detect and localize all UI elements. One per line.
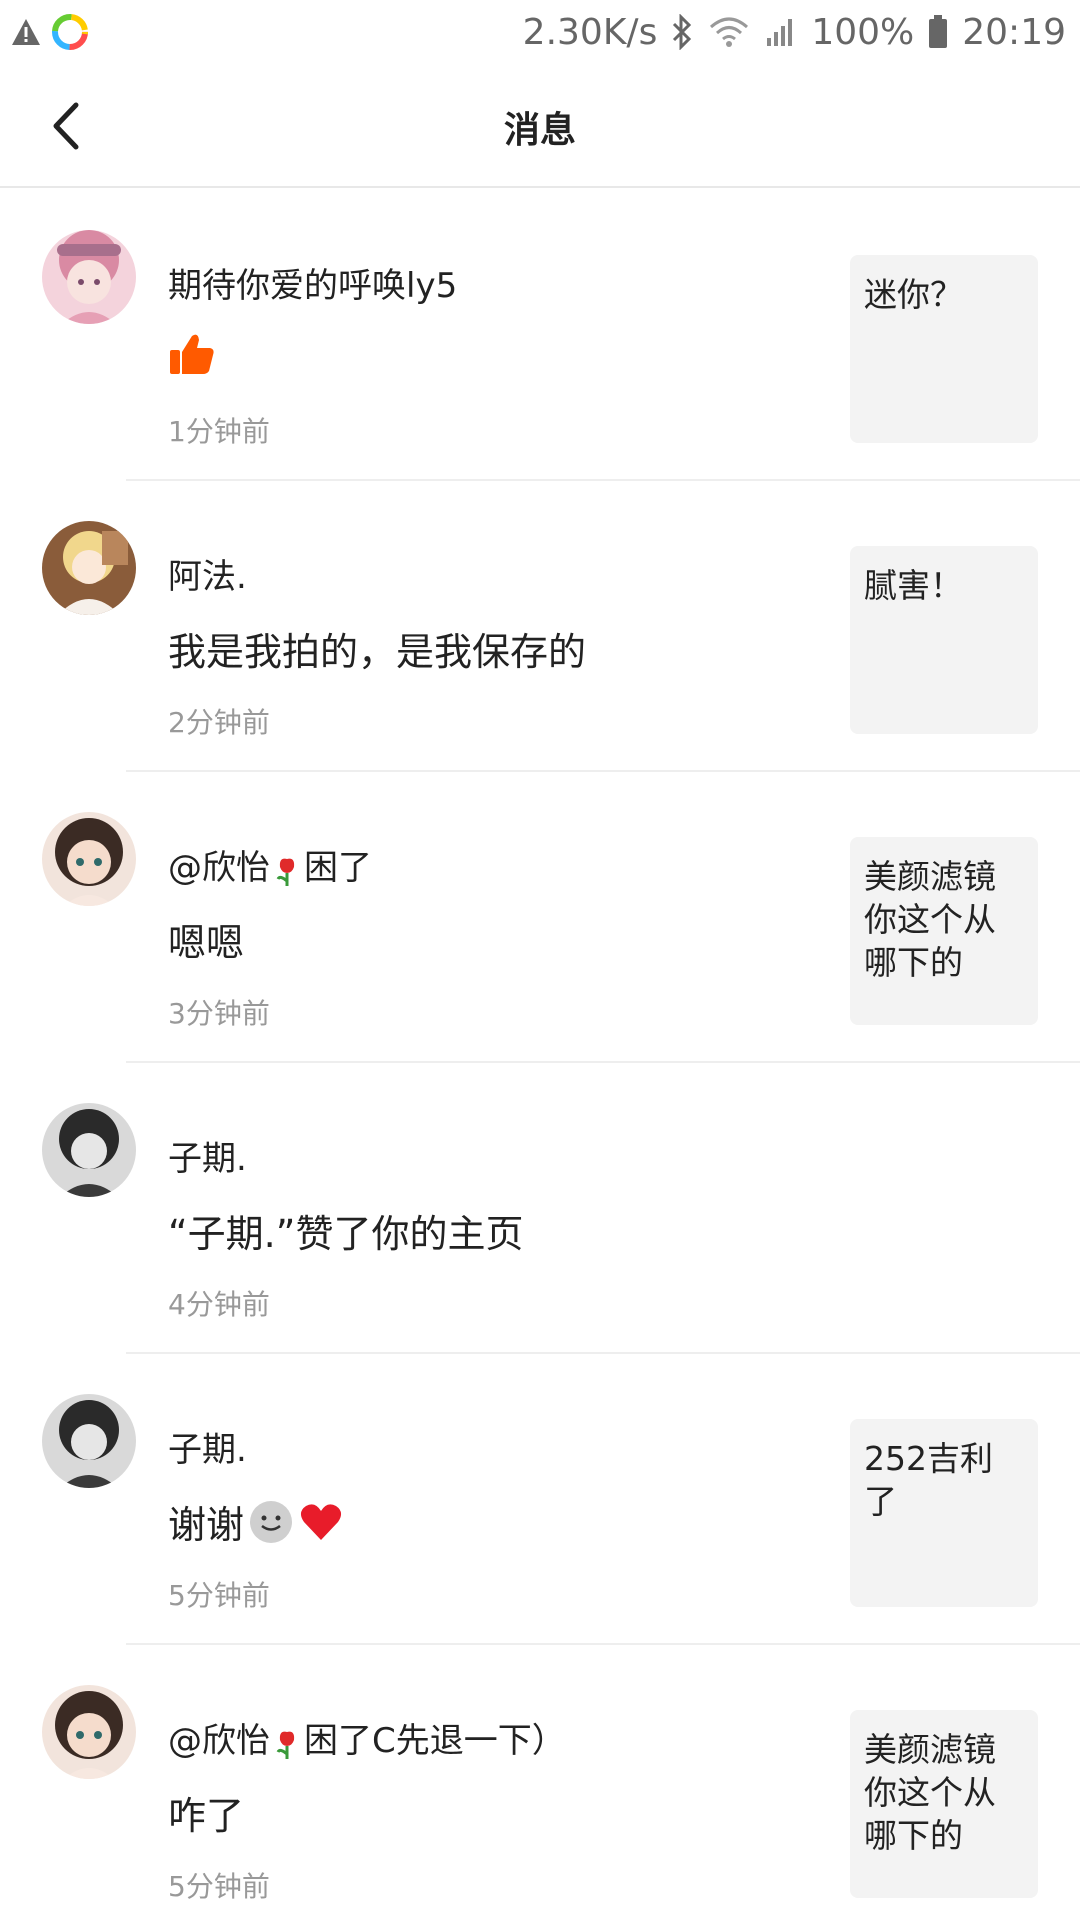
timestamp: 4分钟前 <box>168 1288 270 1321</box>
heart-icon <box>298 1499 344 1545</box>
status-bar: 2.30K/s 100% 20:19 <box>0 0 1080 66</box>
message-item[interactable]: 期待你爱的呼唤ly5 1分钟前 迷你？ <box>0 190 1080 481</box>
avatar[interactable] <box>42 1394 136 1488</box>
battery-icon <box>928 15 948 49</box>
bluetooth-icon <box>671 14 693 50</box>
message-text: 我是我拍的，是我保存的 <box>168 630 587 674</box>
timestamp: 5分钟前 <box>168 1870 270 1903</box>
sender-name: @欣怡 困了C先退一下） <box>168 1713 566 1762</box>
message-item[interactable]: @欣怡 困了C先退一下） 咋了 5分钟前 美颜滤镜你这个从哪下的 <box>0 1645 1080 1920</box>
wifi-icon <box>707 15 751 49</box>
post-preview[interactable]: 美颜滤镜你这个从哪下的 <box>850 1710 1038 1898</box>
timestamp: 5分钟前 <box>168 1579 270 1612</box>
avatar[interactable] <box>42 1103 136 1197</box>
avatar[interactable] <box>42 230 136 324</box>
sender-name-prefix: @欣怡 <box>168 1721 270 1761</box>
avatar[interactable] <box>42 1685 136 1779</box>
sender-name: 阿法. <box>168 557 247 597</box>
message-text: 咋了 <box>168 1794 245 1838</box>
message-item[interactable]: 阿法. 我是我拍的，是我保存的 2分钟前 腻害！ <box>0 481 1080 772</box>
timestamp: 3分钟前 <box>168 997 270 1030</box>
sender-name-suffix: 困了C先退一下） <box>304 1721 566 1761</box>
sender-name: 子期. <box>168 1430 247 1470</box>
header: 消息 <box>0 66 1080 188</box>
sender-name-prefix: @欣怡 <box>168 848 270 888</box>
message-text: 谢谢 <box>168 1494 344 1549</box>
message-text: “子期.”赞了你的主页 <box>168 1212 524 1256</box>
message-list: 期待你爱的呼唤ly5 1分钟前 迷你？ 阿法. 我是我拍的，是我保存的 2分钟前… <box>0 190 1080 1920</box>
warning-icon <box>10 17 42 47</box>
net-speed: 2.30K/s <box>522 11 658 53</box>
avatar[interactable] <box>42 812 136 906</box>
tulip-icon <box>270 853 304 887</box>
sender-name: 期待你爱的呼唤ly5 <box>168 266 458 306</box>
message-text: 嗯嗯 <box>168 921 245 965</box>
message-text-content: 谢谢 <box>168 1503 245 1547</box>
thumbs-up-icon <box>168 330 216 378</box>
tulip-icon <box>270 1726 304 1760</box>
app-icon <box>52 14 88 50</box>
sender-name: @欣怡 困了 <box>168 840 372 889</box>
post-preview[interactable]: 252吉利了 <box>850 1419 1038 1607</box>
message-text <box>168 330 216 378</box>
message-item[interactable]: 子期. “子期.”赞了你的主页 4分钟前 <box>0 1063 1080 1354</box>
clock: 20:19 <box>962 11 1066 53</box>
post-preview[interactable]: 腻害！ <box>850 546 1038 734</box>
smile-icon <box>248 1499 294 1545</box>
post-preview[interactable]: 美颜滤镜你这个从哪下的 <box>850 837 1038 1025</box>
sender-name-suffix: 困了 <box>304 848 372 888</box>
page-title: 消息 <box>503 110 576 151</box>
timestamp: 1分钟前 <box>168 415 270 448</box>
battery-level: 100% <box>811 11 915 53</box>
sender-name: 子期. <box>168 1139 247 1179</box>
post-preview[interactable]: 迷你？ <box>850 255 1038 443</box>
avatar[interactable] <box>42 521 136 615</box>
message-item[interactable]: @欣怡 困了 嗯嗯 3分钟前 美颜滤镜你这个从哪下的 <box>0 772 1080 1063</box>
timestamp: 2分钟前 <box>168 706 270 739</box>
message-item[interactable]: 子期. 谢谢 5分钟前 252吉利了 <box>0 1354 1080 1645</box>
signal-icon <box>765 16 797 48</box>
